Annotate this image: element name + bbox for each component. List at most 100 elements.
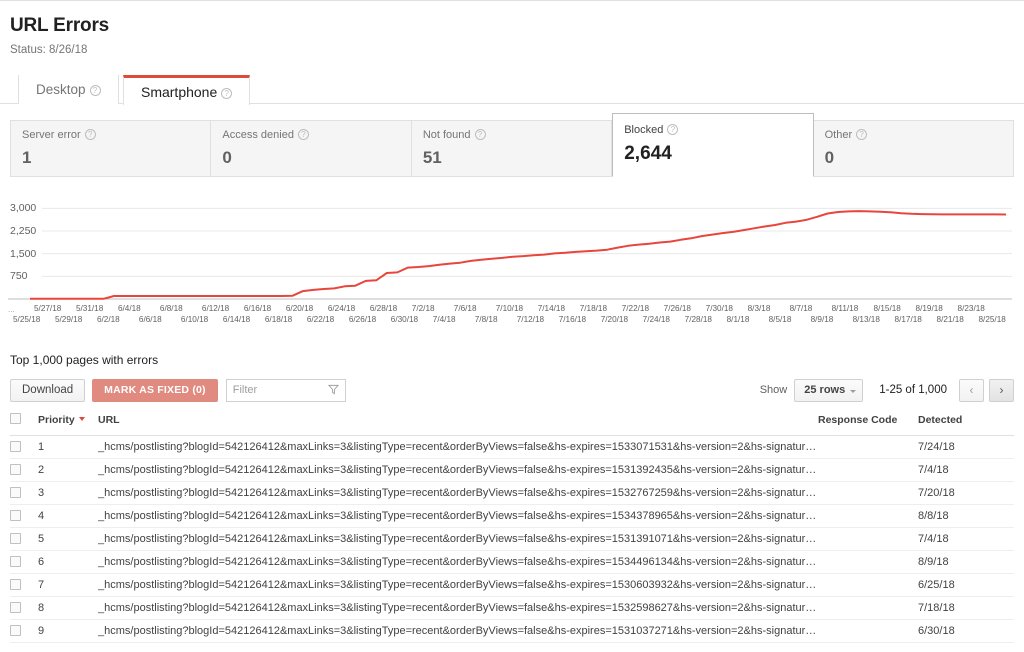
tab-smartphone[interactable]: Smartphone? — [123, 75, 250, 105]
tab-desktop[interactable]: Desktop? — [18, 75, 119, 104]
card-value: 0 — [825, 148, 1003, 168]
x-axis-tick-label: 7/12/18 — [517, 315, 544, 324]
next-page-button[interactable]: › — [989, 379, 1014, 402]
chart-plot-area — [0, 187, 1024, 303]
card-blocked[interactable]: Blocked? 2,644 — [612, 113, 813, 177]
row-url[interactable]: _hcms/postlisting?blogId=542126412&maxLi… — [98, 574, 818, 597]
x-axis-tick-label: 8/3/18 — [748, 304, 771, 313]
card-access-denied[interactable]: Access denied? 0 — [211, 120, 411, 177]
row-detected: 7/20/18 — [918, 482, 1014, 505]
x-axis-tick-label: 7/24/18 — [643, 315, 670, 324]
help-icon[interactable]: ? — [475, 129, 486, 140]
row-url[interactable]: _hcms/postlisting?blogId=542126412&maxLi… — [98, 597, 818, 620]
column-header-detected[interactable]: Detected — [918, 413, 1014, 436]
tab-smartphone-label: Smartphone — [141, 84, 217, 100]
page-header: URL Errors Status: 8/26/18 — [0, 1, 1024, 56]
card-value: 1 — [22, 148, 200, 168]
table-row[interactable]: 8_hcms/postlisting?blogId=542126412&maxL… — [10, 597, 1014, 620]
filter-placeholder: Filter — [233, 384, 257, 396]
x-axis-tick-label: 6/2/18 — [97, 315, 120, 324]
table-row[interactable]: 6_hcms/postlisting?blogId=542126412&maxL… — [10, 551, 1014, 574]
card-label-text: Other — [825, 129, 853, 141]
row-url[interactable]: _hcms/postlisting?blogId=542126412&maxLi… — [98, 505, 818, 528]
x-axis-tick-label: 7/6/18 — [454, 304, 477, 313]
y-axis-tick-label: 3,000 — [10, 202, 36, 214]
x-axis-tick-label: 8/5/18 — [769, 315, 792, 324]
row-priority: 3 — [38, 482, 98, 505]
row-checkbox[interactable] — [10, 602, 21, 613]
card-server-error[interactable]: Server error? 1 — [10, 120, 211, 177]
y-axis-tick-label: 1,500 — [10, 248, 36, 260]
select-all-checkbox[interactable] — [10, 413, 21, 424]
help-icon[interactable]: ? — [90, 85, 101, 96]
row-response-code — [818, 620, 918, 643]
column-header-response-code[interactable]: Response Code — [818, 413, 918, 436]
help-icon[interactable]: ? — [667, 124, 678, 135]
row-detected: 6/30/18 — [918, 620, 1014, 643]
column-header-priority[interactable]: Priority — [38, 413, 98, 436]
x-axis-tick-label: 6/8/18 — [160, 304, 183, 313]
row-detected: 7/4/18 — [918, 528, 1014, 551]
status-text: Status: 8/26/18 — [10, 44, 1024, 56]
table-row[interactable]: 9_hcms/postlisting?blogId=542126412&maxL… — [10, 620, 1014, 643]
row-url[interactable]: _hcms/postlisting?blogId=542126412&maxLi… — [98, 620, 818, 643]
row-url[interactable]: _hcms/postlisting?blogId=542126412&maxLi… — [98, 528, 818, 551]
row-url[interactable]: _hcms/postlisting?blogId=542126412&maxLi… — [98, 436, 818, 459]
row-checkbox[interactable] — [10, 625, 21, 636]
pagination-controls: Show 25 rows 1-25 of 1,000 ‹ › — [760, 378, 1014, 402]
row-response-code — [818, 574, 918, 597]
table-row[interactable]: 3_hcms/postlisting?blogId=542126412&maxL… — [10, 482, 1014, 505]
card-other[interactable]: Other? 0 — [814, 120, 1014, 177]
table-header-row: Priority URL Response Code Detected — [10, 413, 1014, 436]
row-response-code — [818, 528, 918, 551]
row-select-cell — [10, 551, 38, 574]
card-not-found[interactable]: Not found? 51 — [412, 120, 612, 177]
help-icon[interactable]: ? — [221, 88, 232, 99]
table-row[interactable]: 4_hcms/postlisting?blogId=542126412&maxL… — [10, 505, 1014, 528]
row-response-code — [818, 597, 918, 620]
card-label: Not found? — [423, 129, 601, 141]
column-header-url[interactable]: URL — [98, 413, 818, 436]
row-checkbox[interactable] — [10, 487, 21, 498]
table-row[interactable]: 7_hcms/postlisting?blogId=542126412&maxL… — [10, 574, 1014, 597]
row-checkbox[interactable] — [10, 533, 21, 544]
column-header-url-label: URL — [98, 414, 120, 426]
card-label: Access denied? — [222, 129, 400, 141]
x-axis-tick-label: 7/26/18 — [664, 304, 691, 313]
row-priority: 6 — [38, 551, 98, 574]
row-checkbox[interactable] — [10, 441, 21, 452]
x-axis-tick-label: 8/7/18 — [790, 304, 813, 313]
help-icon[interactable]: ? — [298, 129, 309, 140]
row-select-cell — [10, 620, 38, 643]
download-button[interactable]: Download — [10, 379, 85, 402]
x-axis-tick-label: 6/30/18 — [391, 315, 418, 324]
row-select-cell — [10, 482, 38, 505]
card-label: Blocked? — [624, 124, 802, 136]
row-priority: 4 — [38, 505, 98, 528]
card-value: 0 — [222, 148, 400, 168]
row-checkbox[interactable] — [10, 464, 21, 475]
rows-per-page-select[interactable]: 25 rows — [794, 379, 863, 402]
previous-page-button[interactable]: ‹ — [959, 379, 984, 402]
row-select-cell — [10, 505, 38, 528]
mark-as-fixed-button[interactable]: MARK AS FIXED (0) — [92, 379, 218, 402]
help-icon[interactable]: ? — [85, 129, 96, 140]
card-value: 51 — [423, 148, 601, 168]
row-url[interactable]: _hcms/postlisting?blogId=542126412&maxLi… — [98, 551, 818, 574]
row-url[interactable]: _hcms/postlisting?blogId=542126412&maxLi… — [98, 482, 818, 505]
table-row[interactable]: 5_hcms/postlisting?blogId=542126412&maxL… — [10, 528, 1014, 551]
help-icon[interactable]: ? — [856, 129, 867, 140]
row-checkbox[interactable] — [10, 556, 21, 567]
table-row[interactable]: 2_hcms/postlisting?blogId=542126412&maxL… — [10, 459, 1014, 482]
errors-over-time-chart: 7501,5002,2503,000 ... 5/27/185/31/186/4… — [0, 187, 1024, 339]
row-checkbox[interactable] — [10, 579, 21, 590]
row-response-code — [818, 436, 918, 459]
row-checkbox[interactable] — [10, 510, 21, 521]
row-url[interactable]: _hcms/postlisting?blogId=542126412&maxLi… — [98, 459, 818, 482]
x-axis-overflow-marker: ... — [8, 305, 15, 314]
filter-input[interactable]: Filter — [226, 379, 346, 402]
x-axis-tick-label: 7/8/18 — [475, 315, 498, 324]
row-priority: 2 — [38, 459, 98, 482]
column-header-response-code-label: Response Code — [818, 414, 897, 426]
table-row[interactable]: 1_hcms/postlisting?blogId=542126412&maxL… — [10, 436, 1014, 459]
